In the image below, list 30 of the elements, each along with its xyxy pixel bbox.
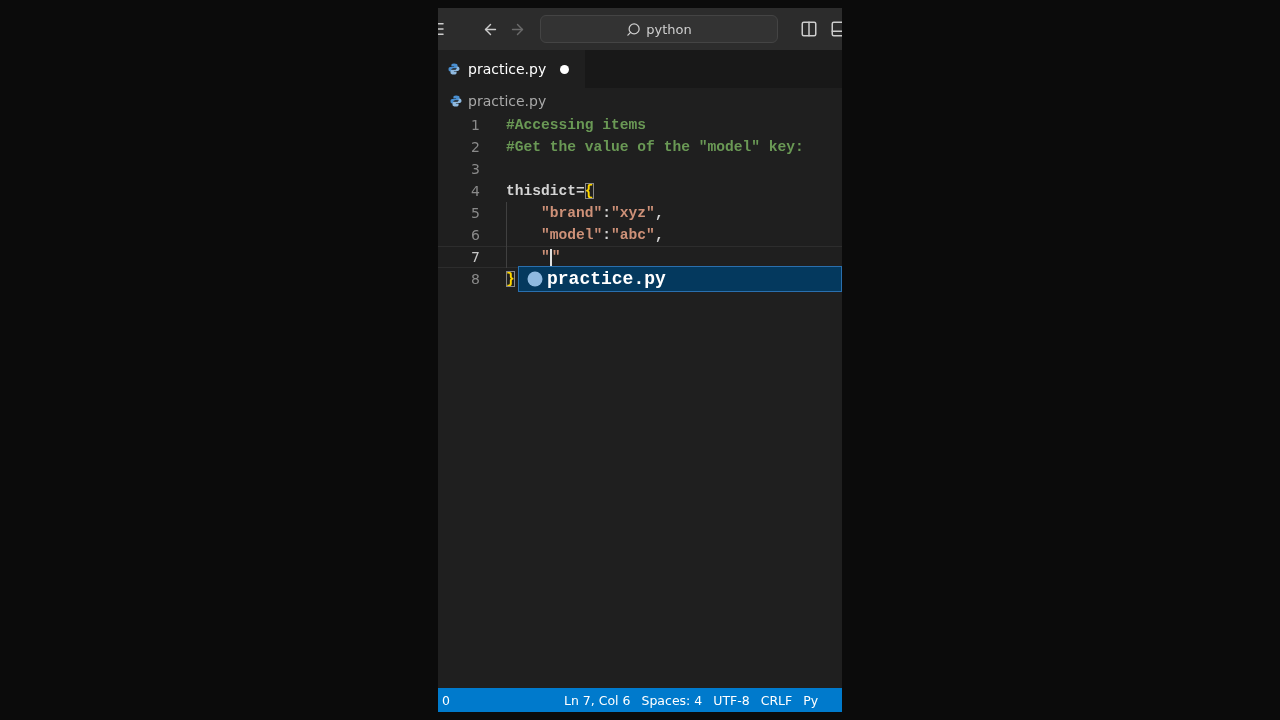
line-number: 2	[470, 139, 480, 155]
code-line: #Accessing items	[506, 117, 647, 133]
status-item[interactable]: CRLF	[760, 692, 793, 708]
status-item[interactable]: Spaces: 4	[641, 692, 703, 708]
line-number: 7	[470, 249, 480, 265]
editor-tab[interactable]: practice.py	[438, 50, 586, 88]
line-number: 8	[470, 271, 480, 287]
search-icon	[626, 21, 642, 37]
status-item[interactable]: 0	[442, 692, 450, 708]
line-number: 5	[470, 205, 480, 221]
search-field[interactable]: python	[540, 15, 778, 43]
line-number: 3	[470, 161, 480, 177]
python-icon	[448, 63, 460, 75]
split-editor-icon[interactable]	[800, 20, 818, 38]
line-number: 4	[470, 183, 480, 199]
suggestion-item[interactable]: practice.py	[518, 266, 842, 292]
line-number: 6	[470, 227, 480, 243]
text-cursor	[549, 248, 552, 266]
file-icon	[527, 271, 543, 287]
python-icon	[450, 95, 462, 107]
breadcrumb[interactable]: practice.py	[468, 93, 547, 109]
status-item[interactable]: UTF-8	[713, 692, 750, 708]
code-line: thisdict={	[506, 183, 594, 199]
status-item[interactable]: Py	[803, 692, 819, 708]
code-line: #Get the value of the "model" key:	[506, 139, 804, 155]
code-line: "model":"abc",	[506, 224, 664, 246]
status-item[interactable]: Ln 7, Col 6	[563, 692, 631, 708]
code-line: }	[506, 271, 515, 287]
line-number: 1	[470, 117, 480, 133]
code-line: "brand":"xyz",	[506, 202, 664, 224]
